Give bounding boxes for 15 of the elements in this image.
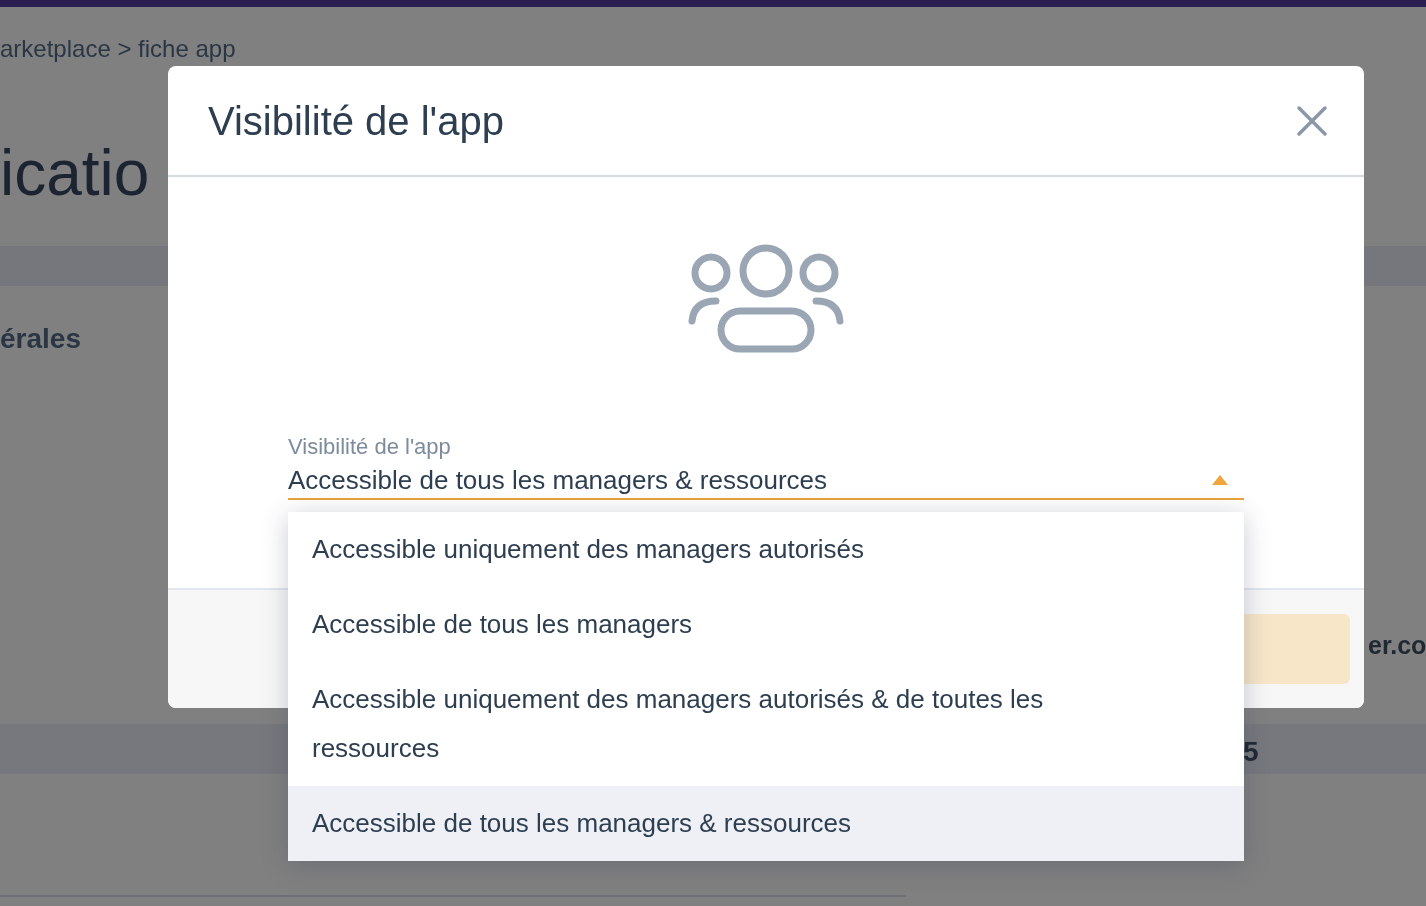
detail-text: 5 bbox=[1243, 735, 1259, 769]
visibility-select[interactable]: Accessible de tous les managers & ressources bbox=[288, 462, 1244, 500]
breadcrumb: arketplace > fiche app bbox=[0, 34, 236, 64]
section-title: érales bbox=[0, 322, 81, 356]
dropdown-option[interactable]: Accessible uniquement des managers autorisés & de toutes les ressources bbox=[288, 662, 1244, 786]
detail-text: er.co bbox=[1368, 630, 1426, 661]
close-icon bbox=[1296, 104, 1328, 137]
field-label: Visibilité de l'app bbox=[288, 433, 452, 461]
page-title: icatio bbox=[0, 136, 150, 211]
modal-title: Visibilité de l'app bbox=[208, 97, 504, 145]
dropdown-option[interactable]: Accessible de tous les managers & ressources bbox=[288, 786, 1244, 861]
caret-up-icon bbox=[1212, 475, 1228, 485]
users-icon bbox=[688, 244, 844, 354]
dropdown-option[interactable]: Accessible de tous les managers bbox=[288, 587, 1244, 662]
dropdown-option[interactable]: Accessible uniquement des managers autorisés bbox=[288, 512, 1244, 587]
